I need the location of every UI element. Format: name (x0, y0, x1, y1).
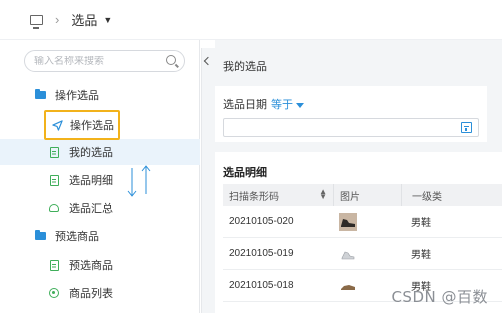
caret-down-icon (296, 102, 304, 108)
shoe-thumbnail (341, 284, 355, 290)
sidebar-item-selection-detail[interactable]: 选品明细 (0, 167, 200, 193)
watermark: CSDN @百数 (391, 288, 488, 306)
sidebar-item-label: 操作选品 (55, 90, 99, 102)
sidebar-item-preselect-goods[interactable]: 预选商品 (0, 252, 200, 278)
shoe-thumbnail (341, 251, 355, 259)
cell-category: 男鞋 (411, 250, 431, 261)
cell-image (333, 245, 401, 263)
page-title: 我的选品 (223, 61, 267, 73)
table-header: 扫描条形码 ▲ ▼ 图片 一级类 (223, 184, 502, 206)
sidebar-item-label: 预选商品 (69, 260, 113, 272)
table-row[interactable]: 20210105-020 男鞋 (223, 206, 502, 238)
sidebar-group-preselect[interactable]: 预选商品 (0, 223, 200, 249)
sidebar-item-label: 预选商品 (55, 231, 99, 243)
caret-down-icon[interactable]: ▼ (103, 15, 112, 25)
column-header-image: 图片 (333, 184, 401, 206)
sidebar: 操作选品 我的选品 选品明细 选品汇总 预选商品 预选商品 商品列表 操作选品 (0, 40, 200, 313)
main-panel: 我的选品 选品日期 等于 选品明细 扫描条形码 ▲ ▼ 图片 一级类 202101… (215, 40, 502, 313)
date-input[interactable] (223, 118, 479, 137)
column-header-category: 一级类 (401, 184, 442, 206)
cell-barcode: 20210105-018 (229, 280, 294, 291)
sidebar-item-label: 选品明细 (69, 175, 113, 187)
breadcrumb-chevron-icon: › (55, 12, 60, 27)
sidebar-item-goods-list[interactable]: 商品列表 (0, 280, 200, 306)
folder-icon (34, 230, 46, 242)
sidebar-item-label: 选品汇总 (69, 203, 113, 215)
filter-label: 选品日期 (223, 99, 267, 111)
sidebar-collapse-toggle[interactable] (201, 48, 215, 313)
cell-barcode: 20210105-019 (229, 248, 294, 259)
column-header-barcode[interactable]: 扫描条形码 ▲ ▼ (223, 187, 333, 203)
monitor-icon[interactable] (30, 14, 43, 29)
section-title: 选品明细 (223, 167, 267, 179)
sidebar-item-selection-summary[interactable]: 选品汇总 (0, 195, 200, 221)
sidebar-item-label: 商品列表 (69, 288, 113, 300)
calendar-icon[interactable] (461, 122, 472, 133)
reorder-arrows-icon (127, 165, 151, 197)
search-icon[interactable] (166, 55, 176, 65)
sidebar-item-label: 我的选品 (69, 147, 113, 159)
folder-icon (34, 89, 46, 101)
column-header-label: 图片 (340, 191, 360, 203)
app-title[interactable]: 选品 (71, 10, 97, 29)
sidebar-search[interactable] (24, 50, 185, 72)
sidebar-item-my-selection[interactable]: 我的选品 (0, 139, 200, 165)
shoe-thumbnail (339, 212, 357, 231)
table-row[interactable]: 20210105-019 男鞋 (223, 238, 502, 270)
dragged-item-operate-selection[interactable]: 操作选品 (44, 110, 120, 140)
document-icon (48, 174, 60, 186)
sidebar-group-operate[interactable]: 操作选品 (0, 82, 200, 108)
top-bar: › 选品 ▼ (0, 0, 502, 40)
cloud-icon (48, 202, 60, 214)
column-header-label: 扫描条形码 (229, 191, 279, 203)
cell-category: 男鞋 (411, 218, 431, 229)
ring-icon (48, 287, 60, 299)
sort-icon[interactable]: ▲ ▼ (319, 187, 327, 200)
chevron-left-icon[interactable] (203, 56, 213, 66)
filter-card: 选品日期 等于 (215, 86, 487, 142)
send-icon (51, 119, 63, 131)
document-icon (48, 146, 60, 158)
column-header-label: 一级类 (412, 191, 442, 203)
cell-image (333, 212, 401, 231)
search-input[interactable] (34, 55, 162, 67)
document-icon (48, 259, 60, 271)
filter-operator-select[interactable]: 等于 (271, 96, 304, 112)
sidebar-item-label: 操作选品 (70, 120, 114, 132)
filter-operator-value: 等于 (271, 99, 293, 111)
cell-barcode: 20210105-020 (229, 216, 294, 227)
